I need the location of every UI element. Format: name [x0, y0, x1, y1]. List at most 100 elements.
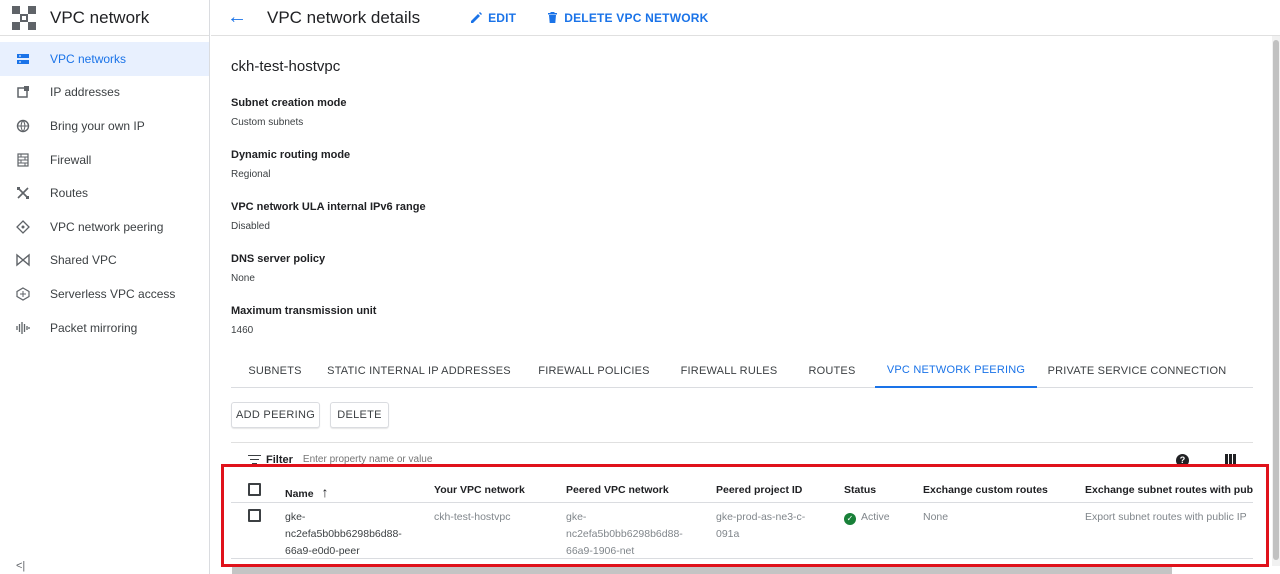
table-header: Name ↑ Your VPC network Peered VPC netwo… [231, 477, 1253, 503]
status-cell: ✓ Active [844, 509, 890, 526]
tab-static-internal-ip-addresses[interactable]: STATIC INTERNAL IP ADDRESSES [319, 354, 519, 388]
column-display-options-icon[interactable] [1225, 454, 1236, 465]
column-header-peered-vpc-network[interactable]: Peered VPC network [566, 484, 669, 496]
peering-name-line: nc2efa5b0bb6298b6d88- [285, 528, 402, 540]
sidebar-item-ip-addresses[interactable]: IP addresses [0, 76, 209, 110]
sidebar-item-label: VPC network peering [50, 219, 164, 234]
shared-vpc-icon [16, 253, 30, 267]
status-text: Active [861, 511, 890, 523]
delete-button-label: DELETE VPC NETWORK [564, 10, 709, 25]
sidebar-item-vpc-network-peering[interactable]: VPC network peering [0, 210, 209, 244]
ula-ipv6-range-label: VPC network ULA internal IPv6 range [231, 201, 426, 213]
ula-ipv6-range-value: Disabled [231, 221, 270, 232]
tab-firewall-rules[interactable]: FIREWALL RULES [669, 354, 789, 388]
sidebar-item-label: IP addresses [50, 85, 120, 100]
horizontal-scrollbar[interactable] [232, 566, 1172, 574]
sidebar-item-label: Bring your own IP [50, 118, 145, 133]
tab-firewall-policies[interactable]: FIREWALL POLICIES [519, 354, 669, 388]
delete-peering-button[interactable]: DELETE [330, 402, 389, 428]
mtu-value: 1460 [231, 325, 254, 336]
peering-icon [16, 219, 30, 234]
dns-server-policy-value: None [231, 273, 255, 284]
filter-label: Filter [266, 453, 293, 466]
tab-routes[interactable]: ROUTES [789, 354, 875, 388]
sidebar-item-shared-vpc[interactable]: Shared VPC [0, 244, 209, 278]
sidebar-item-bring-your-own-ip[interactable]: Bring your own IP [0, 109, 209, 143]
sidebar-item-label: Firewall [50, 152, 92, 167]
dynamic-routing-mode-value: Regional [231, 169, 271, 180]
exchange-custom-routes-cell: None [923, 511, 949, 523]
sidebar-header: VPC network [0, 0, 209, 36]
column-header-name-label: Name [285, 488, 314, 500]
peering-table: Name ↑ Your VPC network Peered VPC netwo… [231, 477, 1253, 559]
collapse-sidebar-button[interactable]: <| [16, 560, 25, 572]
column-header-peered-project-id[interactable]: Peered project ID [716, 484, 802, 496]
peered-network-line: 66a9-1906-net [566, 545, 635, 557]
filter-icon [248, 454, 261, 465]
add-peering-button[interactable]: ADD PEERING [231, 402, 320, 428]
peered-network-line: nc2efa5b0bb6298b6d88- [566, 528, 683, 540]
delete-vpc-network-button[interactable]: DELETE VPC NETWORK [546, 11, 708, 25]
sidebar-item-label: Routes [50, 186, 89, 201]
sidebar-item-vpc-networks[interactable]: VPC networks [0, 42, 209, 76]
column-header-name[interactable]: Name ↑ [285, 484, 329, 500]
sidebar-item-label: VPC networks [50, 51, 127, 66]
peering-name-line: gke- [285, 511, 306, 523]
network-name: ckh-test-hostvpc [231, 58, 341, 75]
sidebar-item-firewall[interactable]: Firewall [0, 143, 209, 177]
sidebar-title: VPC network [50, 7, 150, 27]
mtu-label: Maximum transmission unit [231, 305, 377, 317]
column-header-status[interactable]: Status [844, 484, 876, 496]
tab-subnets[interactable]: SUBNETS [231, 354, 319, 388]
filter-input[interactable] [302, 454, 603, 465]
subnet-creation-mode-label: Subnet creation mode [231, 97, 347, 109]
peered-project-line: 091a [716, 528, 740, 540]
serverless-icon [16, 287, 30, 301]
sidebar-item-label: Packet mirroring [50, 320, 138, 335]
sidebar-item-label: Shared VPC [50, 253, 117, 268]
column-header-exchange-custom-routes[interactable]: Exchange custom routes [923, 484, 1048, 496]
vpc-networks-icon [16, 52, 30, 66]
back-arrow-icon[interactable]: ← [227, 7, 247, 28]
your-vpc-network-cell: ckh-test-hostvpc [434, 511, 511, 523]
peered-network-line: gke- [566, 511, 587, 523]
table-row[interactable]: gke- nc2efa5b0bb6298b6d88- 66a9-e0d0-pee… [231, 503, 1253, 559]
sidebar-nav: VPC networks IP addresses Bring your own… [0, 42, 209, 344]
help-icon[interactable]: ? [1176, 454, 1189, 467]
column-header-exchange-subnet-routes[interactable]: Exchange subnet routes with public IP [1085, 484, 1253, 496]
dns-server-policy-label: DNS server policy [231, 253, 326, 265]
filter-bar: Filter ? [231, 442, 1253, 476]
subnet-creation-mode-value: Custom subnets [231, 117, 304, 128]
trash-icon [548, 12, 558, 23]
edit-button[interactable]: EDIT [470, 11, 516, 25]
routes-icon [16, 186, 30, 200]
dynamic-routing-mode-label: Dynamic routing mode [231, 149, 351, 161]
sidebar-item-label: Serverless VPC access [50, 286, 176, 301]
globe-icon [16, 119, 30, 133]
top-bar: ← VPC network details EDIT DELETE VPC NE… [211, 0, 1280, 36]
peered-project-line: gke-prod-as-ne3-c- [716, 511, 806, 523]
select-all-checkbox[interactable] [248, 483, 261, 496]
page-title: VPC network details [267, 7, 421, 27]
peering-name-link[interactable]: gke- nc2efa5b0bb6298b6d88- 66a9-e0d0-pee… [285, 509, 402, 560]
peered-project-id-cell: gke-prod-as-ne3-c- 091a [716, 509, 805, 543]
pencil-icon [471, 12, 483, 23]
check-circle-icon: ✓ [844, 513, 856, 525]
sidebar-item-packet-mirroring[interactable]: Packet mirroring [0, 311, 209, 345]
sidebar-item-serverless-vpc-access[interactable]: Serverless VPC access [0, 277, 209, 311]
tab-private-service-connection[interactable]: PRIVATE SERVICE CONNECTION [1037, 354, 1237, 388]
edit-button-label: EDIT [488, 10, 517, 25]
peering-name-line: 66a9-e0d0-peer [285, 545, 360, 557]
column-header-your-vpc-network[interactable]: Your VPC network [434, 484, 525, 496]
sidebar-item-routes[interactable]: Routes [0, 176, 209, 210]
row-checkbox[interactable] [248, 509, 261, 522]
ip-addresses-icon [16, 85, 30, 99]
packet-mirroring-icon [16, 321, 30, 335]
exchange-subnet-routes-cell: Export subnet routes with public IP [1085, 511, 1247, 523]
sidebar: VPC network VPC networks IP addresses Br… [0, 0, 210, 574]
details-tabs: SUBNETS STATIC INTERNAL IP ADDRESSES FIR… [231, 354, 1253, 388]
tab-vpc-network-peering[interactable]: VPC NETWORK PEERING [875, 354, 1037, 388]
sort-arrow-up-icon[interactable]: ↑ [322, 484, 329, 500]
vertical-scrollbar-thumb[interactable] [1273, 40, 1279, 560]
firewall-icon [16, 152, 30, 167]
